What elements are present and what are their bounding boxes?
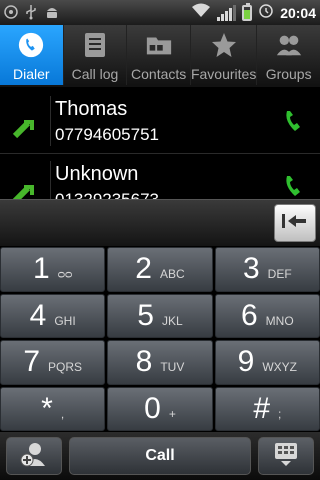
dialpad-icon [272, 441, 300, 472]
key-letters: ABC [159, 267, 185, 282]
key-6[interactable]: 6 MNO [214, 293, 320, 338]
tab-label: Contacts [131, 66, 187, 82]
outgoing-arrow-icon [0, 89, 50, 154]
key-digit: # [253, 391, 270, 425]
tab-dialer[interactable]: Dialer [0, 25, 63, 85]
key-digit: 5 [137, 298, 154, 332]
key-hash[interactable]: #; [214, 386, 320, 431]
caller-name: Unknown [55, 162, 139, 185]
phone-call-icon[interactable] [270, 154, 320, 200]
status-right-icons: 20:04 [191, 2, 316, 23]
key-letters: TUV [160, 360, 185, 375]
number-display [0, 199, 320, 246]
key-digit: * [41, 391, 53, 425]
key-star[interactable]: *, [0, 386, 106, 431]
status-left-icons [4, 4, 60, 22]
phone-icon [17, 31, 45, 59]
key-9[interactable]: 9 WXYZ [214, 340, 320, 385]
list-icon [81, 31, 109, 59]
recent-calls-list: Thomas 07794605751 Unknown 01329235673 [0, 89, 320, 199]
hide-dialpad-button[interactable] [258, 437, 314, 475]
key-letters: , [60, 406, 65, 421]
key-letters: MNO [265, 313, 294, 328]
key-2[interactable]: 2 ABC [107, 247, 213, 292]
key-digit: 3 [242, 252, 260, 286]
battery-icon [242, 2, 253, 21]
delete-button[interactable] [274, 204, 316, 242]
tab-label: Call log [71, 66, 119, 82]
key-letters: PQRS [48, 360, 83, 375]
star-icon [210, 31, 238, 59]
call-log-row[interactable]: Unknown 01329235673 [0, 154, 320, 199]
backspace-icon [280, 211, 310, 236]
call-info: Thomas 07794605751 [51, 98, 270, 145]
tab-favourites[interactable]: Favourites [189, 25, 257, 85]
key-4[interactable]: 4 GHI [0, 293, 106, 338]
key-3[interactable]: 3 DEF [214, 247, 320, 292]
tab-groups[interactable]: Groups [256, 25, 320, 85]
tab-bar: Dialer Call log Contacts Favourites Grou… [0, 25, 320, 87]
key-letters: DEF [267, 267, 292, 282]
status-bar: 20:04 [0, 0, 320, 25]
add-contact-icon [19, 440, 49, 473]
caller-number: 01329235673 [55, 189, 160, 200]
key-0[interactable]: 0 + [107, 386, 213, 431]
key-digit: 1 [33, 252, 50, 286]
wifi-icon [191, 2, 211, 23]
key-digit: 2 [135, 252, 152, 286]
key-digit: 0 [144, 391, 161, 425]
key-letters: + [168, 406, 176, 421]
caller-number: 07794605751 [55, 124, 160, 144]
battery-fill [244, 10, 251, 19]
call-info: Unknown 01329235673 [51, 163, 270, 200]
tab-label: Favourites [190, 66, 257, 82]
alarm-icon [258, 2, 274, 23]
phone-call-icon[interactable] [270, 89, 320, 154]
outgoing-arrow-icon [0, 154, 50, 199]
dial-keypad: 1 ᴑᴑ 2 ABC 3 DEF 4 GHI 5 JKL 6 MNO 7 PQRS 8 TUV … [0, 247, 320, 431]
key-letters: ; [278, 406, 282, 421]
key-digit: 8 [135, 345, 153, 379]
tab-label: Dialer [13, 66, 50, 82]
key-letters: WXYZ [262, 360, 297, 375]
key-letters: JKL [161, 313, 183, 328]
signal-icon [217, 4, 237, 21]
key-digit: 6 [240, 298, 258, 332]
key-digit: 9 [237, 345, 255, 379]
call-log-row[interactable]: Thomas 07794605751 [0, 89, 320, 154]
call-button[interactable]: Call [69, 437, 251, 475]
key-digit: 7 [23, 345, 40, 379]
key-7[interactable]: 7 PQRS [0, 340, 106, 385]
add-contact-button[interactable] [6, 437, 62, 475]
caller-name: Thomas [55, 97, 128, 120]
folder-icon [145, 31, 173, 59]
tab-contacts[interactable]: Contacts [126, 25, 190, 85]
status-time: 20:04 [280, 4, 316, 21]
key-letters: GHI [54, 313, 76, 328]
dialed-number-field[interactable] [6, 208, 260, 239]
cd-icon [4, 4, 18, 21]
bottom-action-bar: Call [0, 432, 320, 480]
android-debug-icon [44, 4, 60, 22]
key-5[interactable]: 5 JKL [107, 293, 213, 338]
key-1[interactable]: 1 ᴑᴑ [0, 247, 106, 292]
key-8[interactable]: 8 TUV [107, 340, 213, 385]
key-digit: 4 [29, 298, 47, 332]
usb-icon [24, 4, 38, 22]
key-letters: ᴑᴑ [57, 267, 73, 282]
people-icon [275, 31, 303, 59]
tab-label: Groups [265, 66, 312, 82]
tab-call-log[interactable]: Call log [62, 25, 127, 85]
